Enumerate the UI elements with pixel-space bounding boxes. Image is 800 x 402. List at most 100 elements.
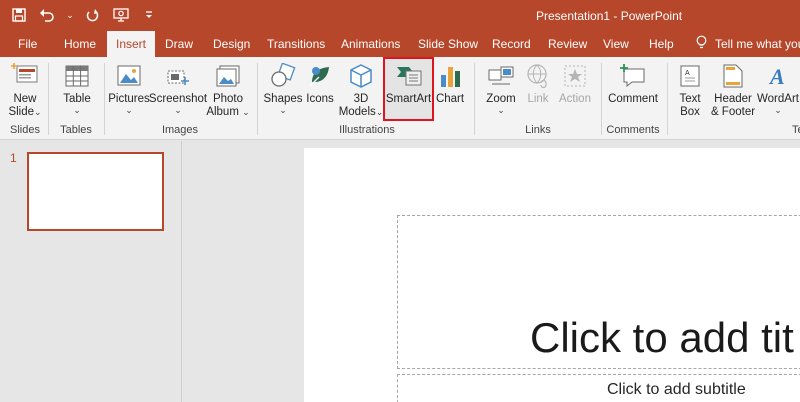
slide-number: 1	[10, 151, 17, 165]
wordart-icon: A	[767, 59, 789, 93]
redo-icon[interactable]	[84, 6, 102, 24]
photo-album-icon	[215, 59, 241, 93]
present-icon[interactable]	[112, 6, 130, 24]
group-label-links: Links	[525, 124, 551, 136]
table-icon	[64, 59, 90, 93]
title-placeholder-text: Click to add tit	[530, 314, 794, 361]
tab-view[interactable]: View	[603, 31, 629, 57]
header-footer-button[interactable]: Header & Footer	[710, 59, 756, 125]
slide-thumbnail[interactable]	[27, 152, 164, 231]
group-separator	[474, 63, 475, 135]
link-label: Link	[527, 93, 549, 105]
lightbulb-icon	[696, 35, 707, 53]
comment-icon	[619, 59, 647, 93]
table-button[interactable]: Table ⌄	[57, 59, 97, 125]
text-box-label-2: Box	[680, 106, 700, 118]
group-separator	[257, 63, 258, 135]
icons-button[interactable]: Icons	[304, 59, 336, 125]
text-box-icon: A	[678, 59, 702, 93]
photo-album-label: Photo	[212, 93, 244, 105]
tab-slide-show[interactable]: Slide Show	[418, 31, 478, 57]
header-footer-label: Header	[714, 93, 752, 105]
photo-album-button[interactable]: Photo Album ⌄	[206, 59, 250, 125]
undo-icon[interactable]	[38, 6, 56, 24]
table-chevron-icon: ⌄	[73, 105, 81, 115]
tab-animations[interactable]: Animations	[341, 31, 400, 57]
slide-editor: Click to add tit Click to add subtitle	[183, 141, 800, 402]
tab-record[interactable]: Record	[492, 31, 531, 57]
chart-label: Chart	[435, 93, 465, 105]
tab-review[interactable]: Review	[548, 31, 587, 57]
pictures-button[interactable]: Pictures ⌄	[108, 59, 150, 125]
zoom-button[interactable]: Zoom ⌄	[482, 59, 520, 125]
ribbon-tabs: File Home Insert Draw Design Transitions…	[0, 31, 800, 57]
screenshot-chevron-icon: ⌄	[174, 105, 182, 115]
pictures-chevron-icon: ⌄	[125, 105, 133, 115]
new-slide-icon	[11, 59, 39, 93]
wordart-button[interactable]: A WordArt ⌄	[756, 59, 800, 125]
link-button[interactable]: Link	[522, 59, 554, 125]
3d-models-label-2: Models⌄	[338, 106, 384, 118]
action-button[interactable]: Action	[556, 59, 594, 125]
subtitle-placeholder[interactable]: Click to add subtitle	[397, 374, 800, 402]
zoom-icon	[487, 59, 515, 93]
tab-help[interactable]: Help	[649, 31, 674, 57]
new-slide-button[interactable]: New Slide⌄	[8, 59, 42, 125]
tab-file[interactable]: File	[18, 31, 37, 57]
group-label-illustrations: Illustrations	[339, 124, 395, 136]
customize-icon[interactable]	[140, 6, 158, 24]
shapes-chevron-icon: ⌄	[279, 105, 287, 115]
group-separator	[667, 63, 668, 135]
group-separator	[48, 63, 49, 135]
3d-models-label: 3D	[353, 93, 369, 105]
screenshot-icon	[165, 59, 191, 93]
icons-label: Icons	[306, 93, 334, 105]
action-icon	[562, 59, 588, 93]
tab-insert[interactable]: Insert	[107, 31, 156, 57]
pictures-icon	[116, 59, 142, 93]
icons-icon	[307, 59, 333, 93]
tab-draw[interactable]: Draw	[165, 31, 193, 57]
svg-text:A: A	[685, 70, 690, 77]
chart-button[interactable]: Chart	[435, 59, 465, 125]
slide-thumbnail-panel: 1	[0, 141, 182, 402]
action-label: Action	[559, 93, 591, 105]
group-label-tables: Tables	[60, 124, 92, 136]
text-box-button[interactable]: A Text Box	[672, 59, 708, 125]
shapes-icon	[270, 59, 296, 93]
title-bar: ⌄ Presentation1 - PowerPoint	[0, 0, 800, 31]
group-separator	[104, 63, 105, 135]
group-separator	[601, 63, 602, 135]
group-label-slides: Slides	[10, 124, 40, 136]
svg-text:A: A	[768, 64, 785, 89]
group-label-text: Tex	[792, 124, 800, 136]
slide-canvas[interactable]: Click to add tit Click to add subtitle	[304, 148, 800, 402]
quick-access-toolbar: ⌄	[10, 6, 158, 24]
comment-label: Comment	[608, 93, 658, 105]
header-footer-label-2: & Footer	[710, 106, 756, 118]
title-placeholder[interactable]: Click to add tit	[397, 215, 800, 369]
tell-me-search[interactable]: Tell me what you	[696, 31, 800, 57]
tab-transitions[interactable]: Transitions	[267, 31, 325, 57]
wordart-chevron-icon: ⌄	[774, 105, 782, 115]
screenshot-button[interactable]: Screenshot ⌄	[149, 59, 207, 125]
3d-models-button[interactable]: 3D Models⌄	[338, 59, 384, 125]
new-slide-label: New	[13, 93, 37, 105]
tell-me-label: Tell me what you	[715, 37, 800, 51]
tab-home[interactable]: Home	[64, 31, 96, 57]
shapes-button[interactable]: Shapes ⌄	[264, 59, 303, 125]
3d-models-icon	[348, 59, 374, 93]
link-icon	[525, 59, 551, 93]
header-footer-icon	[722, 59, 744, 93]
undo-dropdown-icon[interactable]: ⌄	[66, 6, 74, 24]
subtitle-placeholder-text: Click to add subtitle	[607, 381, 746, 398]
text-box-label: Text	[679, 93, 701, 105]
save-icon[interactable]	[10, 6, 28, 24]
smartart-highlight-box	[383, 57, 434, 121]
tab-design[interactable]: Design	[213, 31, 250, 57]
comment-button[interactable]: Comment	[606, 59, 660, 125]
group-label-comments: Comments	[606, 124, 660, 136]
zoom-chevron-icon: ⌄	[497, 105, 505, 115]
photo-album-label-2: Album ⌄	[206, 106, 250, 118]
new-slide-label-2: Slide⌄	[8, 106, 42, 118]
